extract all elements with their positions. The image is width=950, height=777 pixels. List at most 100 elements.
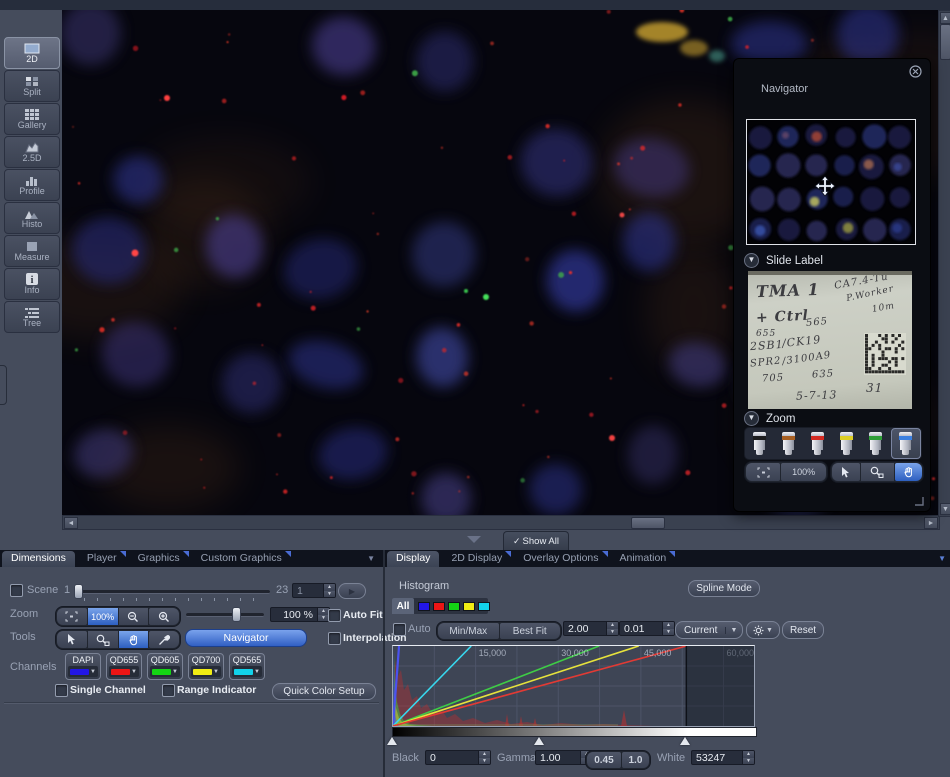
chevron-down-icon[interactable]: ▼ <box>172 669 178 675</box>
navigator-button[interactable]: Navigator <box>185 629 307 647</box>
tab-2d-display[interactable]: 2D Display <box>442 551 512 567</box>
chevron-down-icon[interactable]: ▼ <box>131 669 137 675</box>
collapse-panels-icon[interactable] <box>466 535 482 544</box>
objective-20x-button[interactable] <box>862 429 890 458</box>
tab-custom-graphics[interactable]: Custom Graphics <box>192 551 291 567</box>
zoom-out-button[interactable] <box>118 608 149 625</box>
color-picker-tool-button[interactable] <box>149 631 179 648</box>
levels-gradient-bar[interactable] <box>392 727 757 737</box>
single-channel-checkbox[interactable] <box>55 684 68 697</box>
panel-resize-handle[interactable] <box>914 496 924 506</box>
reset-button[interactable]: Reset <box>782 621 824 639</box>
tab-animation[interactable]: Animation <box>611 551 676 567</box>
black-point-handle[interactable] <box>387 737 397 745</box>
right-tabbar-menu-icon[interactable]: ▼ <box>938 554 946 563</box>
scene-spin-down-icon[interactable]: ▼ <box>324 590 335 597</box>
sidebar-item-measure[interactable]: Measure <box>4 235 60 267</box>
channel-button-qd655[interactable]: QD655 ▼ <box>106 653 142 680</box>
chevron-down-icon[interactable]: ▼ <box>213 669 219 675</box>
spin-down-icon[interactable]: ▼ <box>607 628 618 635</box>
min-max-button[interactable]: Min/Max <box>438 623 499 639</box>
sidebar-item-histo[interactable]: Histo <box>4 202 60 234</box>
swatch-qd565[interactable] <box>478 601 490 611</box>
pan-tool-button[interactable] <box>118 631 149 648</box>
vertical-scrollbar[interactable]: ▲ ▼ <box>938 10 950 517</box>
range-indicator-checkbox[interactable] <box>162 684 175 697</box>
sidebar-item-tree[interactable]: Tree <box>4 301 60 333</box>
auto-fit-checkbox[interactable] <box>328 609 341 622</box>
gamma-10-button[interactable]: 1.0 <box>621 752 649 768</box>
swatch-qd605[interactable] <box>448 601 460 611</box>
collapse-zoom-icon[interactable]: ▼ <box>744 411 759 426</box>
collapse-slide-label-icon[interactable]: ▼ <box>744 253 759 268</box>
pan-tool-button[interactable] <box>894 463 922 481</box>
spline-mode-button[interactable]: Spline Mode <box>688 580 760 597</box>
zoom-in-button[interactable] <box>149 608 179 625</box>
histogram-plot[interactable]: 15,000 30,000 45,000 60,000 <box>392 645 755 727</box>
channel-button-qd605[interactable]: QD605 ▼ <box>147 653 183 680</box>
zoom-region-tool-button[interactable] <box>860 463 894 481</box>
zoom-fit-button[interactable] <box>746 463 781 481</box>
apply-scope-dropdown[interactable]: Current ▼ <box>675 621 743 639</box>
scene-position-spinner[interactable]: 1 ▲ ▼ <box>292 583 336 598</box>
gamma-handle[interactable] <box>533 737 544 745</box>
cursor-tool-button[interactable] <box>832 463 860 481</box>
tab-dimensions[interactable]: Dimensions <box>2 551 75 567</box>
close-icon[interactable] <box>909 65 922 78</box>
side-panel-handle[interactable] <box>0 365 7 405</box>
threshold-spinner[interactable]: 0.01 ▲ ▼ <box>619 621 675 636</box>
chevron-down-icon[interactable]: ▼ <box>725 626 742 634</box>
vscroll-thumb[interactable] <box>940 24 950 60</box>
scroll-up-icon[interactable]: ▲ <box>940 12 950 24</box>
objective-10x-button[interactable] <box>833 429 861 458</box>
interpolation-checkbox[interactable] <box>328 632 341 645</box>
chevron-down-icon[interactable]: ▼ <box>254 669 260 675</box>
tab-graphics[interactable]: Graphics <box>129 551 189 567</box>
zoom-percent-spinner[interactable]: 100 % ▲ ▼ <box>270 607 330 622</box>
white-spinner[interactable]: 53247 ▲ ▼ <box>691 750 755 765</box>
histogram-settings-button[interactable]: ▼ <box>746 621 780 639</box>
gamma-045-button[interactable]: 0.45 <box>587 752 621 768</box>
black-spinner[interactable]: 0 ▲ ▼ <box>425 750 491 765</box>
best-fit-button[interactable]: Best Fit <box>499 623 560 639</box>
all-channels-tab[interactable]: All <box>392 598 414 614</box>
sidebar-item-2d[interactable]: 2D <box>4 37 60 69</box>
tab-player[interactable]: Player <box>78 551 126 567</box>
quick-color-setup-button[interactable]: Quick Color Setup <box>272 683 376 700</box>
navigator-thumbnail[interactable] <box>746 119 916 245</box>
objective-4x-button[interactable] <box>804 429 832 458</box>
tab-overlay-options[interactable]: Overlay Options <box>514 551 608 567</box>
swatch-qd655[interactable] <box>433 601 445 611</box>
swatch-dapi[interactable] <box>418 601 430 611</box>
channel-button-dapi[interactable]: DAPI ▼ <box>65 653 101 680</box>
scene-checkbox[interactable] <box>10 584 23 597</box>
scene-play-button[interactable]: ▶ <box>338 583 366 599</box>
objective-1x-button[interactable] <box>746 429 774 458</box>
nav-zoom-percent-button[interactable]: 100% <box>781 463 826 481</box>
cursor-tool-button[interactable] <box>57 631 87 648</box>
scene-slider[interactable] <box>74 584 270 602</box>
chevron-down-icon[interactable]: ▼ <box>90 669 96 675</box>
show-all-button[interactable]: ✓ Show All <box>503 531 569 550</box>
objective-2x-button[interactable] <box>775 429 803 458</box>
tab-display[interactable]: Display <box>387 551 440 567</box>
channel-button-qd700[interactable]: QD700 ▼ <box>188 653 224 680</box>
sidebar-item-25d[interactable]: 2.5D <box>4 136 60 168</box>
sidebar-item-profile[interactable]: Profile <box>4 169 60 201</box>
zoom-100-button[interactable]: 100% <box>87 608 118 625</box>
zoom-fit-button[interactable] <box>57 608 87 625</box>
best-fit-percent-spinner[interactable]: 2.00 ▲ ▼ <box>563 621 619 636</box>
swatch-qd700[interactable] <box>463 601 475 611</box>
spin-down-icon[interactable]: ▼ <box>743 757 754 764</box>
auto-checkbox[interactable] <box>393 623 406 636</box>
sidebar-item-info[interactable]: i Info <box>4 268 60 300</box>
spin-down-icon[interactable]: ▼ <box>479 757 490 764</box>
scroll-down-icon[interactable]: ▼ <box>940 503 950 515</box>
white-point-handle[interactable] <box>680 737 691 745</box>
sidebar-item-split[interactable]: Split <box>4 70 60 102</box>
zoom-region-tool-button[interactable] <box>87 631 118 648</box>
left-tabbar-menu-icon[interactable]: ▼ <box>367 554 375 563</box>
sidebar-item-gallery[interactable]: Gallery <box>4 103 60 135</box>
spin-down-icon[interactable]: ▼ <box>663 628 674 635</box>
zoom-slider[interactable] <box>186 607 264 624</box>
